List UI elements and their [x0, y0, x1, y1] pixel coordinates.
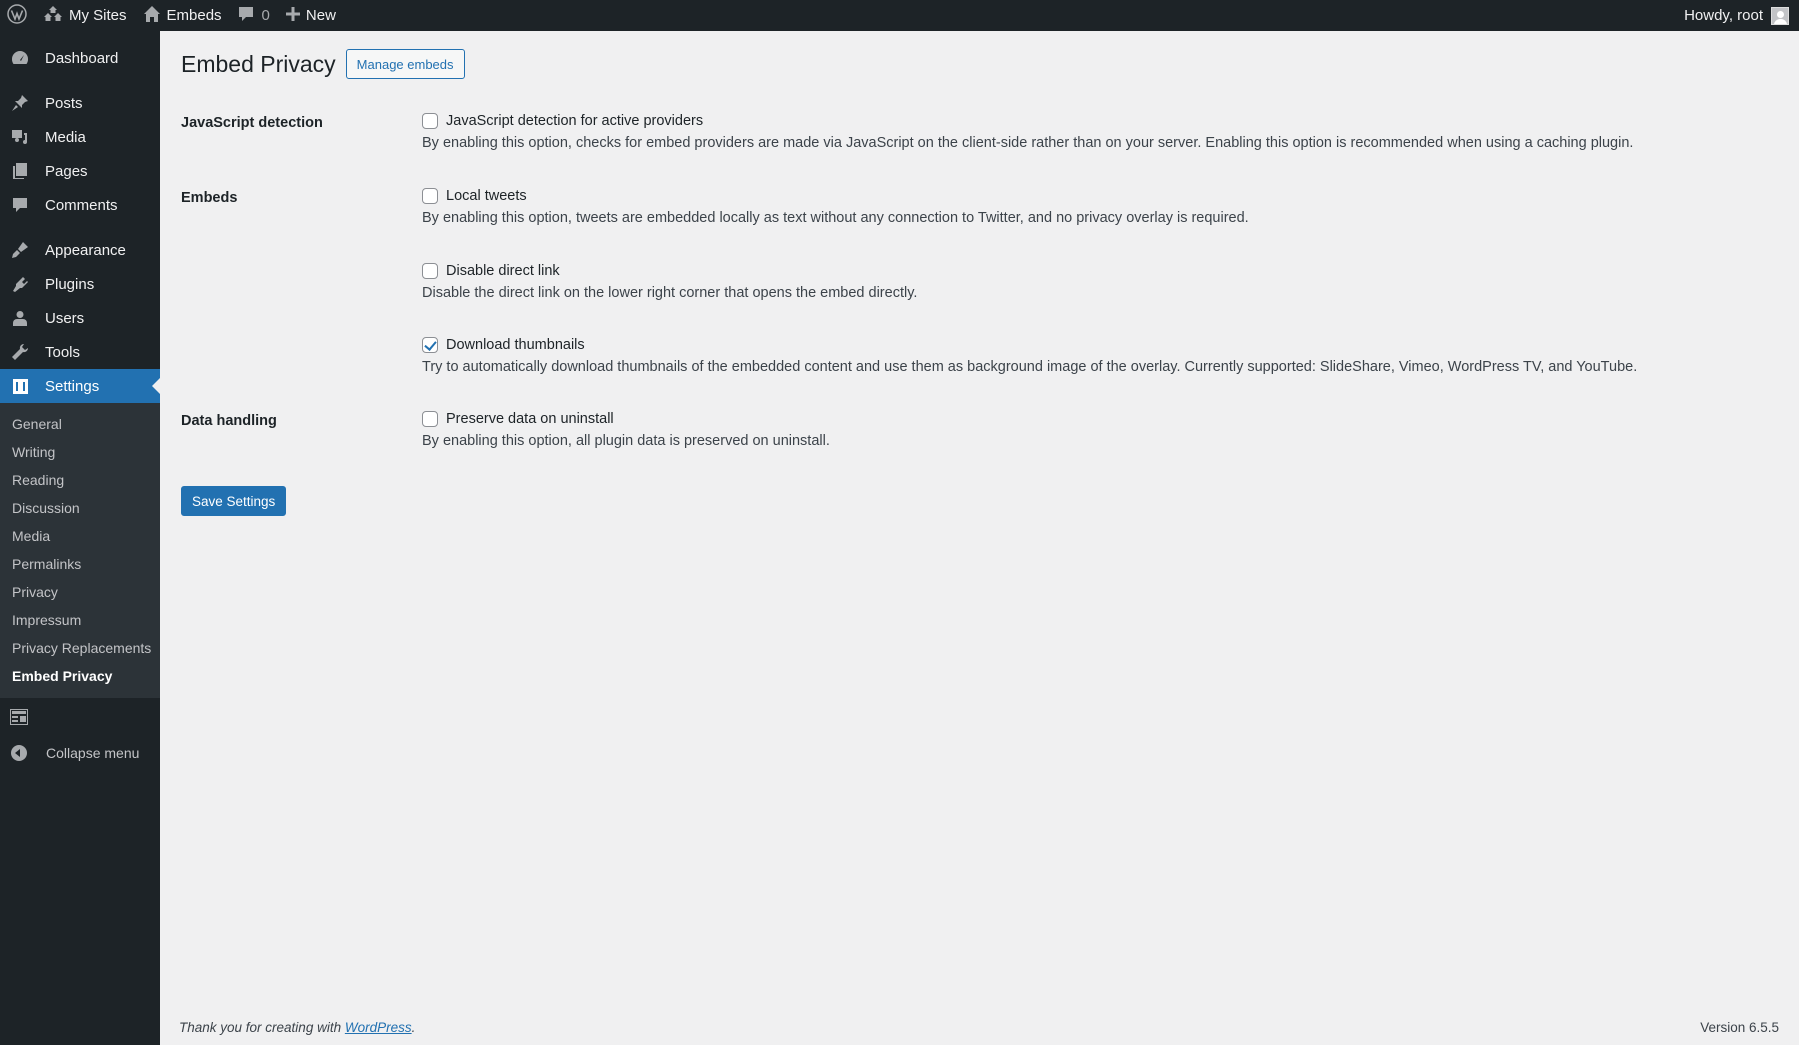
- sidebar-item-comments[interactable]: Comments: [0, 188, 160, 222]
- main-content: Embed Privacy Manage embeds JavaScript d…: [160, 31, 1799, 1045]
- checkbox-javascript-detection[interactable]: [422, 113, 438, 129]
- submenu-item-permalinks[interactable]: Permalinks: [0, 550, 160, 578]
- checkbox-disable-direct-link[interactable]: [422, 263, 438, 279]
- sidebar-item-label: Posts: [45, 94, 83, 112]
- table-layout-icon: [10, 709, 28, 729]
- admin-sidebar: Dashboard Posts Media Pages Comments App…: [0, 31, 160, 1045]
- sidebar-item-posts[interactable]: Posts: [0, 86, 160, 120]
- dashboard-icon: [10, 48, 30, 68]
- new-content-menu[interactable]: New: [278, 0, 344, 31]
- sidebar-item-users[interactable]: Users: [0, 301, 160, 335]
- option-description: By enabling this option, all plugin data…: [422, 433, 830, 449]
- sidebar-item-label: Plugins: [45, 275, 95, 293]
- option-disable-direct-link[interactable]: Disable direct link: [422, 261, 917, 281]
- my-sites-label: My Sites: [69, 7, 127, 24]
- sidebar-item-plugin-menu[interactable]: [0, 702, 160, 736]
- media-icon: [10, 127, 30, 147]
- sidebar-item-label: Users: [45, 309, 85, 327]
- option-label: Download thumbnails: [446, 337, 585, 353]
- option-label: Local tweets: [446, 188, 527, 204]
- pages-icon: [10, 161, 30, 181]
- section-heading: Data handling: [181, 413, 277, 429]
- greeting: Howdy, root: [1684, 7, 1763, 24]
- sidebar-item-media[interactable]: Media: [0, 120, 160, 154]
- option-description: By enabling this option, checks for embe…: [422, 135, 1634, 151]
- home-icon: [143, 5, 161, 27]
- submenu-item-embed-privacy[interactable]: Embed Privacy: [0, 662, 160, 690]
- submenu-item-reading[interactable]: Reading: [0, 466, 160, 494]
- site-name-menu[interactable]: Embeds: [135, 0, 230, 31]
- footer-thanks-suffix: .: [411, 1020, 416, 1035]
- checkbox-preserve-data[interactable]: [422, 411, 438, 427]
- wordpress-logo-icon: [7, 3, 27, 28]
- option-label: JavaScript detection for active provider…: [446, 113, 704, 129]
- wordpress-logo-menu[interactable]: [0, 0, 35, 31]
- sidebar-item-dashboard[interactable]: Dashboard: [0, 41, 160, 75]
- sidebar-item-label: Dashboard: [45, 49, 119, 67]
- option-description: By enabling this option, tweets are embe…: [422, 210, 1249, 226]
- submenu-item-privacy[interactable]: Privacy: [0, 578, 160, 606]
- sidebar-item-label: Appearance: [45, 241, 126, 259]
- submenu-item-discussion[interactable]: Discussion: [0, 494, 160, 522]
- comments-count: 0: [261, 7, 270, 24]
- sidebar-item-appearance[interactable]: Appearance: [0, 233, 160, 267]
- footer-thanks: Thank you for creating with WordPress.: [179, 1020, 415, 1035]
- wrench-icon: [10, 342, 30, 362]
- submenu-item-impressum[interactable]: Impressum: [0, 606, 160, 634]
- option-description: Try to automatically download thumbnails…: [422, 359, 1638, 375]
- footer-version: Version 6.5.5: [1700, 1020, 1779, 1035]
- my-sites-menu[interactable]: My Sites: [35, 0, 135, 31]
- option-local-tweets[interactable]: Local tweets: [422, 186, 1249, 206]
- footer-thanks-text: Thank you for creating with: [179, 1020, 345, 1035]
- my-account-menu[interactable]: Howdy, root: [1676, 0, 1799, 31]
- option-download-thumbnails[interactable]: Download thumbnails: [422, 335, 1637, 355]
- sidebar-item-label: Comments: [45, 196, 118, 214]
- submenu-item-writing[interactable]: Writing: [0, 438, 160, 466]
- checkbox-download-thumbnails[interactable]: [422, 337, 438, 353]
- collapse-menu-button[interactable]: Collapse menu: [0, 736, 160, 770]
- pin-icon: [10, 93, 30, 113]
- submenu-item-media[interactable]: Media: [0, 522, 160, 550]
- sidebar-item-pages[interactable]: Pages: [0, 154, 160, 188]
- option-label: Preserve data on uninstall: [446, 411, 614, 427]
- option-javascript-detection[interactable]: JavaScript detection for active provider…: [422, 111, 1633, 131]
- plugin-icon: [10, 274, 30, 294]
- plus-icon: [285, 6, 300, 25]
- sidebar-item-label: Pages: [45, 162, 88, 180]
- settings-icon: [10, 376, 30, 396]
- manage-embeds-button[interactable]: Manage embeds: [345, 49, 465, 79]
- sidebar-item-settings[interactable]: Settings: [0, 369, 160, 403]
- site-name-label: Embeds: [166, 7, 222, 24]
- wordpress-link[interactable]: WordPress: [345, 1020, 412, 1035]
- sidebar-item-label: Settings: [45, 377, 100, 395]
- sidebar-item-label: Media: [45, 128, 86, 146]
- comments-menu[interactable]: 0: [230, 0, 278, 31]
- sidebar-item-label: Tools: [45, 343, 81, 361]
- sidebar-item-plugins[interactable]: Plugins: [0, 267, 160, 301]
- section-heading: JavaScript detection: [181, 115, 323, 131]
- section-heading: Embeds: [181, 190, 238, 206]
- submenu-item-general[interactable]: General: [0, 410, 160, 438]
- paintbrush-icon: [10, 240, 30, 260]
- comment-bubble-icon: [238, 6, 254, 26]
- collapse-arrow-icon: [11, 745, 27, 761]
- option-preserve-data[interactable]: Preserve data on uninstall: [422, 409, 830, 429]
- settings-submenu: General Writing Reading Discussion Media…: [0, 403, 160, 698]
- page-title: Embed Privacy: [181, 50, 336, 77]
- submenu-item-privacy-replacements[interactable]: Privacy Replacements: [0, 634, 160, 662]
- avatar: [1771, 6, 1789, 25]
- option-description: Disable the direct link on the lower rig…: [422, 285, 918, 301]
- my-sites-icon: [43, 5, 63, 27]
- admin-bar: My Sites Embeds 0 New Howdy, root: [0, 0, 1799, 31]
- new-label: New: [305, 7, 336, 24]
- sidebar-item-tools[interactable]: Tools: [0, 335, 160, 369]
- save-settings-button[interactable]: Save Settings: [181, 486, 287, 516]
- user-icon: [10, 308, 30, 328]
- comment-icon: [10, 195, 30, 215]
- collapse-menu-label: Collapse menu: [46, 745, 140, 761]
- checkbox-local-tweets[interactable]: [422, 188, 438, 204]
- option-label: Disable direct link: [446, 263, 560, 279]
